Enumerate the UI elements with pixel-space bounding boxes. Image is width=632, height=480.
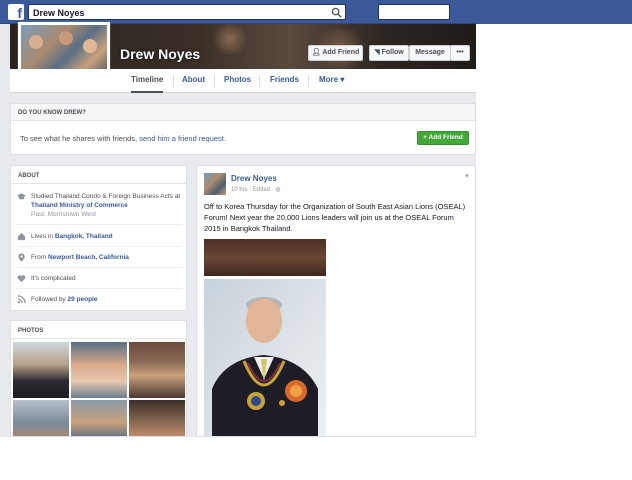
user-box[interactable] (378, 4, 450, 20)
heart-icon (17, 275, 26, 283)
from-prefix: From (31, 254, 48, 261)
education-prefix: Studied Thailand Condo & Foreign Busines… (31, 193, 181, 200)
photo-thumb-2[interactable] (71, 342, 127, 398)
do-you-know-prefix: To see what he shares with friends, (20, 134, 140, 143)
from-place-link[interactable]: Newport Beach, California (48, 254, 129, 261)
do-you-know-header: DO YOU KNOW DREW? (11, 104, 475, 121)
follow-button[interactable]: ◥ Follow (369, 45, 409, 61)
photos-card: PHOTOS (10, 320, 187, 437)
add-friend-green-label: Add Friend (428, 134, 463, 141)
relationship-text: It's complicated (31, 275, 76, 282)
facebook-page: f Drew Noyes 👤︎ Add Friend ◥ Follow Mess… (0, 0, 476, 437)
add-friend-label: Add Friend (322, 49, 360, 56)
home-icon (17, 232, 26, 241)
post-photo-2-art (204, 279, 326, 436)
do-you-know-text: To see what he shares with friends, send… (20, 134, 226, 143)
followers-link[interactable]: 29 people (68, 296, 98, 303)
tab-more[interactable]: More ▾ (319, 69, 344, 93)
about-card: ABOUT Studied Thailand Condo & Foreign B… (10, 165, 187, 311)
post-meta: 10 hrs · Edited · ◍ (231, 186, 281, 193)
lives-prefix: Lives in (31, 233, 55, 240)
about-title: ABOUT (18, 173, 40, 179)
facebook-logo[interactable]: f (8, 4, 24, 20)
right-whitespace (476, 0, 632, 480)
photos-title[interactable]: PHOTOS (18, 328, 43, 334)
do-you-know-title: DO YOU KNOW DREW? (18, 110, 86, 116)
rss-icon: ◥ (374, 49, 380, 56)
timeline-post: Drew Noyes 10 hrs · Edited · ◍ ▾ Off to … (196, 165, 476, 437)
profile-name[interactable]: Drew Noyes (120, 46, 200, 62)
top-bar: f (0, 0, 476, 24)
message-button[interactable]: Message (409, 45, 451, 61)
followed-prefix: Followed by (31, 296, 68, 303)
post-author-name[interactable]: Drew Noyes (231, 174, 277, 183)
add-friend-plus-icon: + (423, 134, 427, 141)
tab-photos[interactable]: Photos (224, 69, 251, 93)
graduation-cap-icon (17, 193, 26, 200)
photo-thumb-5[interactable] (71, 400, 127, 436)
post-photo-2[interactable] (204, 279, 326, 436)
search-icon[interactable] (331, 7, 342, 18)
tab-friends[interactable]: Friends (270, 69, 299, 93)
post-options-chevron-icon[interactable]: ▾ (465, 172, 469, 180)
search-input[interactable] (33, 6, 323, 19)
lives-place-link[interactable]: Bangkok, Thailand (55, 233, 113, 240)
photo-thumb-4[interactable] (13, 400, 69, 436)
search-box[interactable] (28, 4, 346, 20)
more-options-button[interactable]: ••• (450, 45, 470, 61)
timeline-nav: Timeline About Photos Friends More ▾ (10, 69, 476, 93)
post-photo-1[interactable] (204, 239, 326, 276)
tab-timeline[interactable]: Timeline (131, 69, 164, 93)
location-pin-icon (18, 253, 25, 262)
photo-thumb-6[interactable] (129, 400, 185, 436)
post-author-avatar[interactable] (204, 173, 226, 195)
add-friend-button[interactable]: 👤︎ Add Friend (308, 45, 363, 61)
add-friend-green-button[interactable]: + Add Friend (417, 131, 469, 145)
follow-label: Follow (381, 49, 404, 56)
photo-thumb-3[interactable] (129, 342, 185, 398)
photo-thumb-1[interactable] (13, 342, 69, 398)
education-org-link[interactable]: Thailand Ministry of Commerce (31, 202, 128, 209)
add-friend-icon: 👤︎ (311, 49, 321, 56)
send-friend-request-link[interactable]: send him a friend request. (139, 134, 226, 143)
right-topbar-edge (476, 0, 632, 24)
bottom-whitespace (0, 437, 632, 480)
education-sub: Past: Morristown West (31, 211, 96, 218)
tab-about[interactable]: About (182, 69, 205, 93)
do-you-know-box: DO YOU KNOW DREW? To see what he shares … (10, 103, 476, 155)
post-text: Off to Korea Thursday for the Organizati… (204, 202, 466, 233)
rss-feed-icon (17, 295, 26, 304)
globe-icon: ◍ (275, 187, 281, 193)
post-timestamp[interactable]: 10 hrs · Edited · (231, 187, 275, 193)
